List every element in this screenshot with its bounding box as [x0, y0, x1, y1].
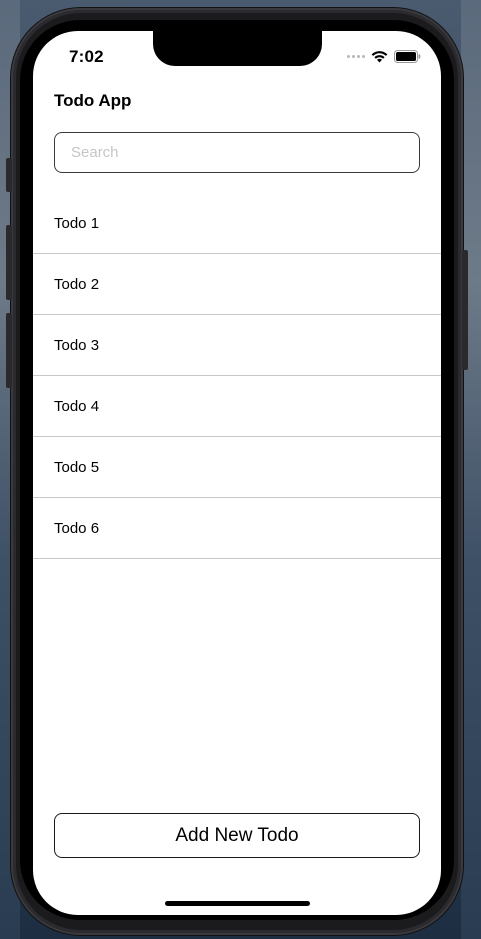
todo-list: Todo 1 Todo 2 Todo 3 Todo 4 Todo 5 Todo … — [33, 193, 441, 559]
notch — [153, 31, 322, 66]
todo-item[interactable]: Todo 6 — [33, 498, 441, 559]
page-title: Todo App — [54, 91, 132, 110]
silent-switch — [6, 158, 12, 192]
todo-item[interactable]: Todo 3 — [33, 315, 441, 376]
volume-up-button — [6, 225, 12, 300]
add-new-todo-button[interactable]: Add New Todo — [54, 813, 420, 858]
wifi-icon — [371, 50, 388, 63]
cellular-signal-icon — [347, 54, 365, 58]
wallpaper-right — [461, 0, 481, 939]
status-time: 7:02 — [69, 47, 104, 66]
home-indicator[interactable] — [165, 901, 310, 906]
todo-item[interactable]: Todo 4 — [33, 376, 441, 437]
todo-item[interactable]: Todo 5 — [33, 437, 441, 498]
power-button — [462, 250, 468, 370]
todo-item[interactable]: Todo 1 — [33, 193, 441, 254]
status-icons — [347, 49, 421, 63]
screen: 7:02 Todo App Todo 1 Todo 2 Todo 3 Todo … — [33, 31, 441, 915]
volume-down-button — [6, 313, 12, 388]
todo-item[interactable]: Todo 2 — [33, 254, 441, 315]
battery-icon — [394, 49, 421, 63]
search-input[interactable] — [54, 132, 420, 173]
